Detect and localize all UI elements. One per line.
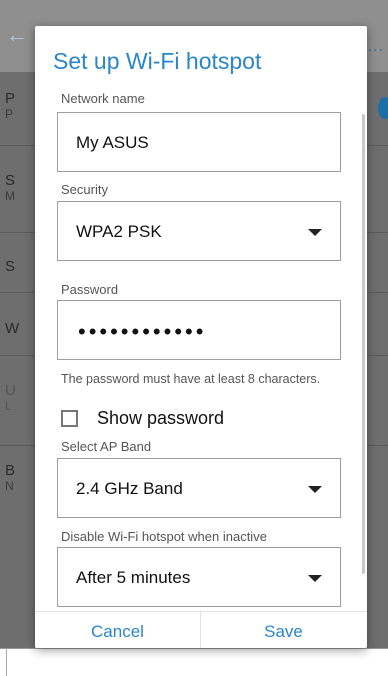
disable-inactive-label: Disable Wi-Fi hotspot when inactive: [61, 529, 267, 544]
password-value: ••••••••••••: [78, 319, 207, 344]
ap-band-dropdown[interactable]: 2.4 GHz Band: [57, 458, 341, 518]
dialog-footer: Cancel Save: [35, 611, 367, 648]
network-name-label: Network name: [61, 91, 145, 106]
security-dropdown[interactable]: WPA2 PSK: [57, 201, 341, 261]
show-password-checkbox[interactable]: [61, 410, 78, 427]
scrollbar[interactable]: [362, 114, 365, 574]
background-toggle: [378, 97, 388, 119]
ap-band-label: Select AP Band: [61, 439, 152, 454]
disable-inactive-dropdown[interactable]: After 5 minutes: [57, 547, 341, 607]
more-icon: ...: [367, 38, 384, 55]
dropdown-arrow-icon: [308, 575, 322, 582]
security-label: Security: [61, 182, 108, 197]
dialog-title: Set up Wi-Fi hotspot: [53, 48, 262, 74]
save-button[interactable]: Save: [201, 612, 366, 648]
ap-band-value: 2.4 GHz Band: [76, 479, 183, 498]
dropdown-arrow-icon: [308, 486, 322, 493]
wifi-hotspot-dialog: Set up Wi-Fi hotspot Network name My ASU…: [35, 26, 367, 648]
navigation-bar: [0, 648, 388, 676]
dialog-scroll-content[interactable]: Network name My ASUS Security WPA2 PSK P…: [35, 83, 367, 611]
password-label: Password: [61, 282, 119, 297]
security-value: WPA2 PSK: [76, 222, 162, 241]
cancel-button[interactable]: Cancel: [35, 612, 200, 648]
show-password-label[interactable]: Show password: [97, 408, 224, 429]
disable-inactive-value: After 5 minutes: [76, 568, 191, 587]
network-name-input[interactable]: My ASUS: [57, 112, 341, 172]
password-input[interactable]: ••••••••••••: [57, 300, 341, 360]
dropdown-arrow-icon: [308, 229, 322, 236]
network-name-value: My ASUS: [76, 133, 149, 152]
back-arrow-icon: ←: [6, 22, 28, 47]
password-hint: The password must have at least 8 charac…: [61, 372, 321, 386]
